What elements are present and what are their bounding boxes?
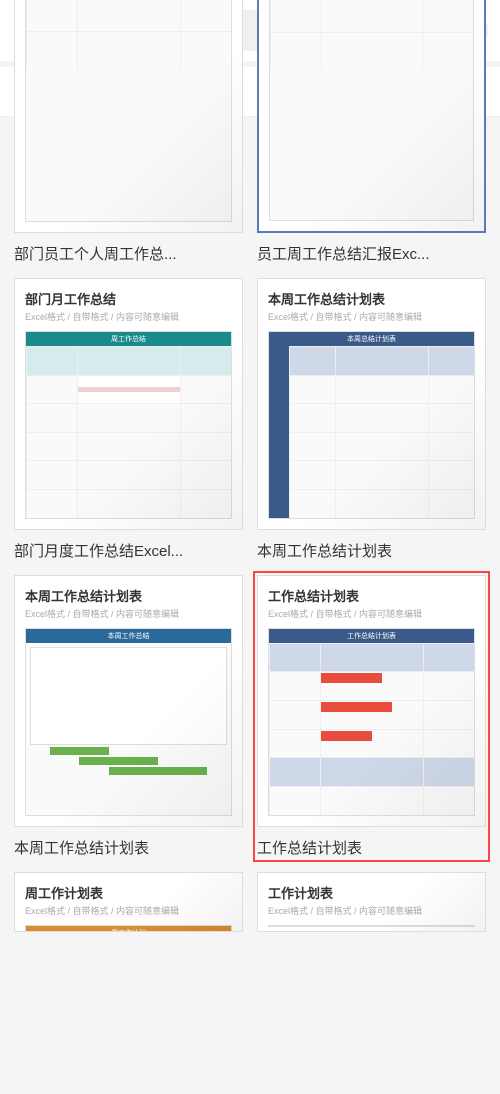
sheet-header: 本周总结计划表: [269, 332, 474, 346]
template-thumbnail: 本周工作总结计划表 Excel格式 / 自带格式 / 内容可随意编辑 本周总结计…: [257, 278, 486, 530]
template-thumbnail: 工作计划表 Excel格式 / 自带格式 / 内容可随意编辑: [257, 872, 486, 932]
template-thumbnail: [14, 0, 243, 233]
template-card[interactable]: 员工周工作总结汇报Exc...: [257, 131, 486, 264]
thumb-subtitle: Excel格式 / 自带格式 / 内容可随意编辑: [268, 904, 475, 917]
thumb-title: 工作总结计划表: [268, 586, 475, 605]
sheet-header: 本周工作总结: [26, 629, 231, 643]
template-title: 本周工作总结计划表: [257, 540, 486, 561]
template-thumbnail: 工作总结计划表 Excel格式 / 自带格式 / 内容可随意编辑 工作总结计划表: [257, 575, 486, 827]
template-card[interactable]: 本周工作总结计划表 Excel格式 / 自带格式 / 内容可随意编辑 本周总结计…: [257, 278, 486, 561]
thumb-subtitle: Excel格式 / 自带格式 / 内容可随意编辑: [268, 310, 475, 323]
thumb-title: 工作计划表: [268, 883, 475, 902]
template-card[interactable]: 部门月工作总结 Excel格式 / 自带格式 / 内容可随意编辑 周工作总结 部…: [14, 278, 243, 561]
sheet-header: 周工作计划: [26, 926, 231, 932]
sheet-header: 周工作总结: [26, 332, 231, 346]
template-card[interactable]: 周工作计划表 Excel格式 / 自带格式 / 内容可随意编辑 周工作计划: [14, 872, 243, 932]
template-title: 部门月度工作总结Excel...: [14, 540, 243, 561]
thumb-title: 部门月工作总结: [25, 289, 232, 308]
results-grid: 部门员工个人周工作总... 员工周工作总结汇报Exc... 部门月工作总结 Ex…: [0, 117, 500, 946]
thumb-title: 周工作计划表: [25, 883, 232, 902]
template-thumbnail: 本周工作总结计划表 Excel格式 / 自带格式 / 内容可随意编辑 本周工作总…: [14, 575, 243, 827]
template-card[interactable]: 本周工作总结计划表 Excel格式 / 自带格式 / 内容可随意编辑 本周工作总…: [14, 575, 243, 858]
thumb-subtitle: Excel格式 / 自带格式 / 内容可随意编辑: [268, 607, 475, 620]
template-card[interactable]: 工作计划表 Excel格式 / 自带格式 / 内容可随意编辑: [257, 872, 486, 932]
sheet-header: 工作总结计划表: [269, 629, 474, 643]
template-card-highlighted[interactable]: 工作总结计划表 Excel格式 / 自带格式 / 内容可随意编辑 工作总结计划表…: [253, 571, 490, 862]
thumb-subtitle: Excel格式 / 自带格式 / 内容可随意编辑: [25, 310, 232, 323]
thumb-subtitle: Excel格式 / 自带格式 / 内容可随意编辑: [25, 607, 232, 620]
template-title: 工作总结计划表: [257, 837, 486, 858]
template-title: 部门员工个人周工作总...: [14, 243, 243, 264]
thumb-subtitle: Excel格式 / 自带格式 / 内容可随意编辑: [25, 904, 232, 917]
template-thumbnail: 周工作计划表 Excel格式 / 自带格式 / 内容可随意编辑 周工作计划: [14, 872, 243, 932]
thumb-title: 本周工作总结计划表: [268, 289, 475, 308]
template-thumbnail: [257, 0, 486, 233]
template-card[interactable]: 部门员工个人周工作总...: [14, 131, 243, 264]
template-thumbnail: 部门月工作总结 Excel格式 / 自带格式 / 内容可随意编辑 周工作总结: [14, 278, 243, 530]
thumb-title: 本周工作总结计划表: [25, 586, 232, 605]
template-title: 本周工作总结计划表: [14, 837, 243, 858]
template-title: 员工周工作总结汇报Exc...: [257, 243, 486, 264]
